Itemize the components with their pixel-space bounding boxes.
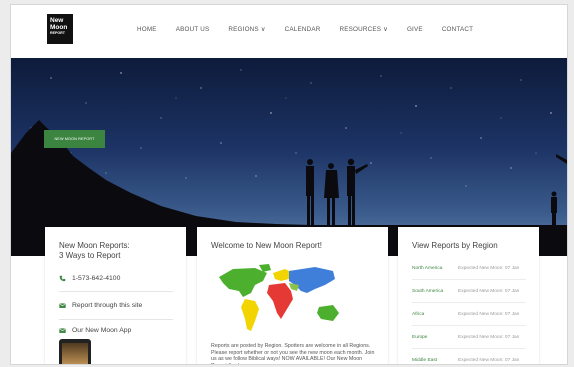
region-name: South America xyxy=(412,288,444,294)
region-name: Middle East xyxy=(412,357,438,363)
nav-regions[interactable]: REGIONS ∨ xyxy=(228,26,265,33)
region-date: Expected New Moon: 07 Jan xyxy=(458,357,520,363)
region-date: Expected New Moon: 07 Jan xyxy=(458,311,520,317)
site-report-link: Report through this site xyxy=(72,302,143,309)
world-map-image xyxy=(219,264,339,331)
phone-number: 1-573-642-4100 xyxy=(72,275,121,282)
region-row[interactable]: Africa Expected New Moon: 07 Jan xyxy=(412,303,526,326)
welcome-paragraph: Reports are posted by Region. Spotters a… xyxy=(211,343,375,364)
site-report-row[interactable]: Report through this site xyxy=(59,302,142,309)
report-ways-title-line-2: 3 Ways to Report xyxy=(59,251,121,260)
app-link: Our New Moon App xyxy=(72,327,132,334)
north-america-shape xyxy=(219,268,267,297)
phone-icon xyxy=(59,275,66,282)
crescent-moon-icon xyxy=(495,124,503,136)
people-silhouettes xyxy=(306,154,567,226)
welcome-title: Welcome to New Moon Report! xyxy=(211,241,323,250)
logo-line-2: Moon xyxy=(50,24,68,31)
region-name: Africa xyxy=(412,311,425,317)
nav-contact[interactable]: CONTACT xyxy=(442,26,473,33)
region-row[interactable]: South America Expected New Moon: 07 Jan xyxy=(412,280,526,303)
site-header: New Moon REPORT HOME ABOUT US REGIONS ∨ … xyxy=(11,5,567,57)
africa-shape xyxy=(267,283,293,319)
new-moon-report-button[interactable]: NEW MOON REPORT xyxy=(44,130,105,148)
logo-line-1: New xyxy=(50,17,64,24)
region-name: North America xyxy=(412,265,443,271)
region-date: Expected New Moon: 07 Jan xyxy=(458,288,520,294)
welcome-card: Welcome to New Moon Report! Reports are … xyxy=(197,227,388,364)
main-nav: HOME ABOUT US REGIONS ∨ CALENDAR RESOURC… xyxy=(137,26,492,33)
envelope-icon xyxy=(59,303,66,308)
browser-viewport: New Moon REPORT HOME ABOUT US REGIONS ∨ … xyxy=(10,4,568,365)
region-row[interactable]: Europe Expected New Moon: 07 Jan xyxy=(412,326,526,349)
stars xyxy=(30,69,552,189)
europe-shape xyxy=(273,269,291,281)
envelope-icon xyxy=(59,328,66,333)
regions-title: View Reports by Region xyxy=(412,241,498,250)
nav-about-us[interactable]: ABOUT US xyxy=(176,26,210,33)
logo-line-3: REPORT xyxy=(50,31,65,35)
region-date: Expected New Moon: 07 Jan xyxy=(458,265,520,271)
regions-card: View Reports by Region North America Exp… xyxy=(398,227,539,364)
app-row[interactable]: Our New Moon App xyxy=(59,327,131,334)
region-row[interactable]: Middle East Expected New Moon: 07 Jan xyxy=(412,349,526,364)
site-logo[interactable]: New Moon REPORT xyxy=(47,14,73,44)
region-name: Europe xyxy=(412,334,428,340)
region-date: Expected New Moon: 07 Jan xyxy=(458,334,520,340)
south-america-shape xyxy=(241,299,259,331)
nav-calendar[interactable]: CALENDAR xyxy=(285,26,321,33)
app-screen xyxy=(62,343,88,364)
australia-shape xyxy=(317,305,339,321)
region-row[interactable]: North America Expected New Moon: 07 Jan xyxy=(412,257,526,280)
phone-row[interactable]: 1-573-642-4100 xyxy=(59,275,120,282)
report-ways-card: New Moon Reports: 3 Ways to Report 1-573… xyxy=(45,227,186,364)
divider xyxy=(59,319,173,320)
nav-home[interactable]: HOME xyxy=(137,26,157,33)
app-phone-image[interactable] xyxy=(59,339,91,364)
report-ways-title: New Moon Reports: 3 Ways to Report xyxy=(59,241,130,261)
nav-resources[interactable]: RESOURCES ∨ xyxy=(340,26,388,33)
nav-give[interactable]: GIVE xyxy=(407,26,423,33)
divider xyxy=(59,291,173,292)
report-ways-title-line-1: New Moon Reports: xyxy=(59,241,130,250)
